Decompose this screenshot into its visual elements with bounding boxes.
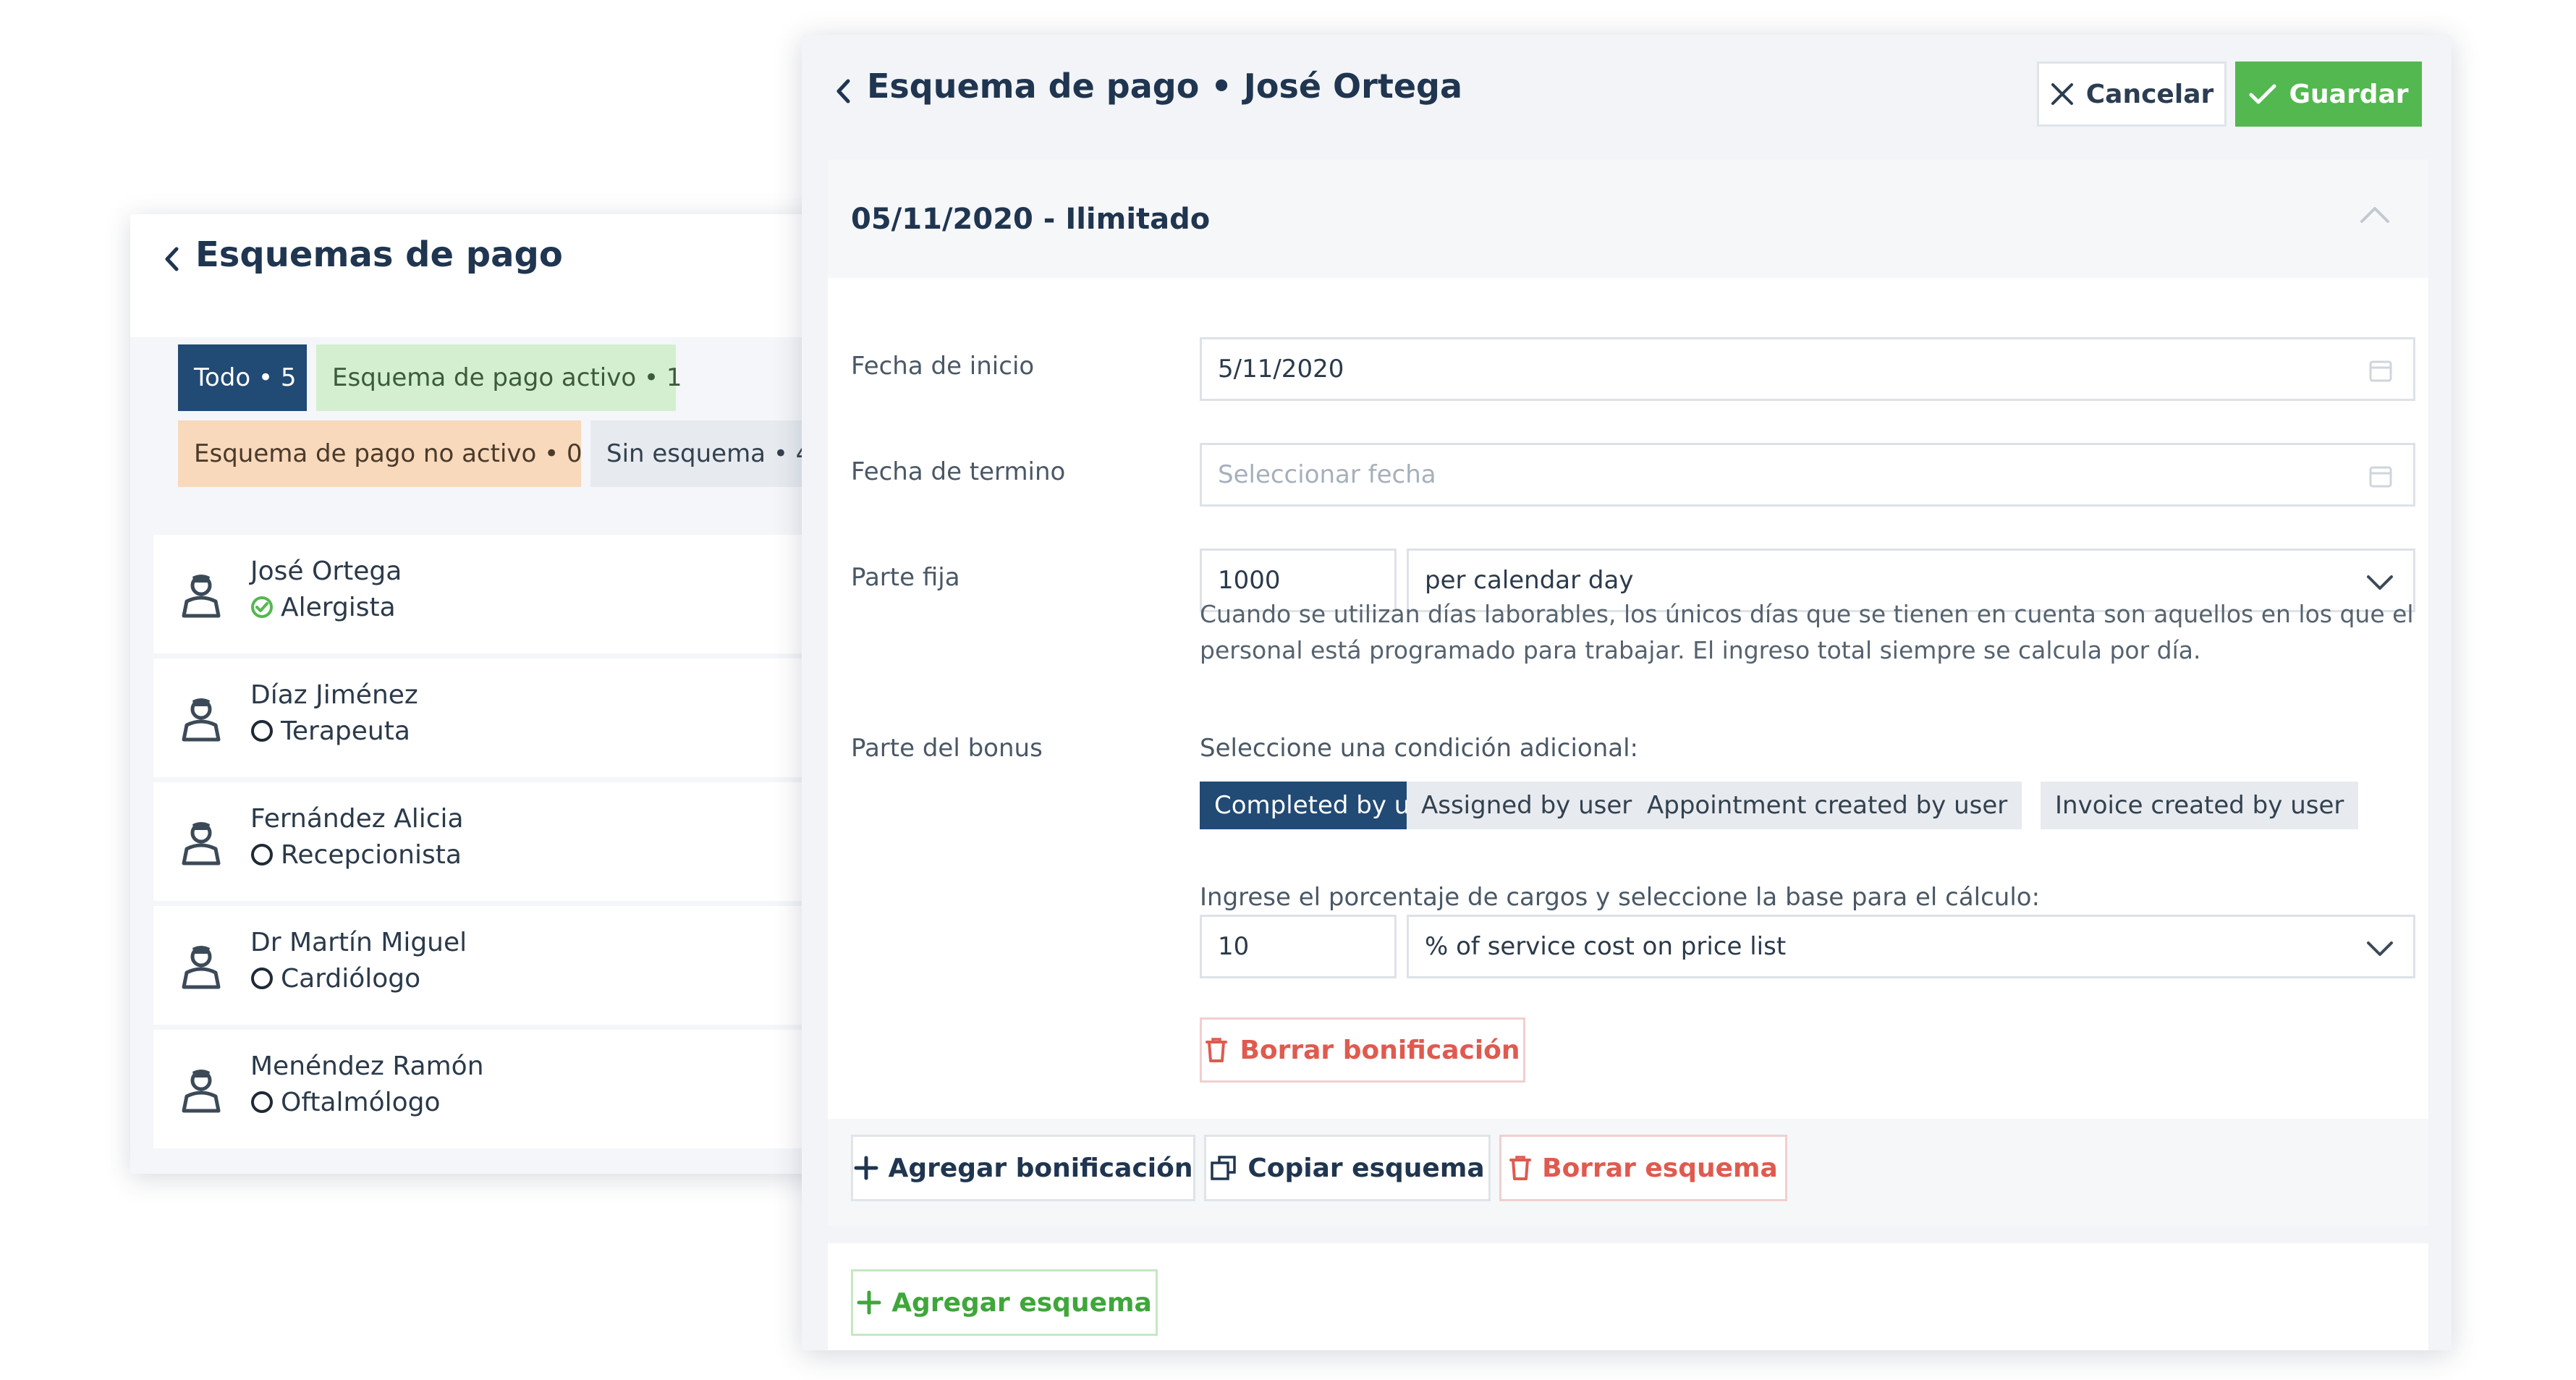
staff-role: Cardiólogo — [250, 964, 420, 994]
staff-name: Fernández Alicia — [250, 804, 464, 834]
add-bonus-label: Agregar bonificación — [888, 1153, 1193, 1183]
staff-role: Terapeuta — [250, 716, 410, 746]
cancel-label: Cancelar — [2085, 79, 2214, 109]
filter-active-scheme[interactable]: Esquema de pago activo • 1 — [316, 344, 682, 411]
copy-icon — [1211, 1156, 1237, 1180]
save-button[interactable]: Guardar — [2235, 62, 2422, 127]
add-scheme-section: Agregar esquema — [828, 1243, 2428, 1350]
status-circle-icon — [251, 968, 273, 989]
calendar-icon — [2369, 466, 2392, 488]
check-icon — [2249, 84, 2276, 104]
filter-inactive-scheme[interactable]: Esquema de pago no activo • 0 — [178, 420, 582, 487]
staff-role: Alergista — [250, 593, 396, 622]
staff-avatar-icon — [182, 575, 221, 618]
status-circle-icon — [251, 720, 273, 742]
back-chevron-icon[interactable] — [832, 77, 854, 106]
trash-icon — [1206, 1038, 1228, 1062]
scheme-section: 05/11/2020 - Ilimitado Fecha de inicio 5… — [828, 159, 2428, 1226]
plus-icon — [857, 1290, 881, 1315]
fixed-unit-value: per calendar day — [1425, 566, 1634, 595]
delete-scheme-button[interactable]: Borrar esquema — [1499, 1135, 1787, 1201]
bonus-part-label: Parte del bonus — [851, 734, 1043, 763]
chevron-up-icon[interactable] — [2359, 204, 2391, 227]
filter-all[interactable]: Todo • 5 — [178, 344, 307, 411]
staff-name: Menéndez Ramón — [250, 1051, 484, 1081]
staff-row-menendez-ramon[interactable]: Menéndez Ramón Oftalmólogo — [153, 1030, 854, 1148]
percent-prompt: Ingrese el porcentaje de cargos y selecc… — [1200, 883, 2041, 912]
start-date-input[interactable]: 5/11/2020 — [1200, 337, 2415, 401]
condition-assigned-by-user[interactable]: Assigned by user — [1407, 782, 1647, 829]
start-date-label: Fecha de inicio — [851, 352, 1035, 381]
percent-base-select[interactable]: % of service cost on price list — [1407, 915, 2415, 978]
staff-row-dr-martin-miguel[interactable]: Dr Martín Miguel Cardiólogo — [153, 906, 854, 1025]
staff-name: Díaz Jiménez — [250, 680, 418, 710]
copy-scheme-label: Copiar esquema — [1247, 1153, 1485, 1183]
editor-title: Esquema de pago • José Ortega — [867, 67, 1462, 106]
fixed-amount-value: 1000 — [1218, 566, 1281, 595]
save-label: Guardar — [2289, 79, 2409, 109]
add-scheme-button[interactable]: Agregar esquema — [851, 1269, 1158, 1336]
add-scheme-label: Agregar esquema — [891, 1287, 1152, 1318]
back-chevron-icon[interactable] — [161, 245, 182, 274]
fixed-part-hint: Cuando se utilizan días laborables, los … — [1200, 600, 2414, 664]
payment-schemes-list-panel: Esquemas de pago Todo • 5 Esquema de pag… — [130, 214, 854, 1174]
staff-avatar-icon — [182, 698, 221, 742]
fixed-part-label: Parte fija — [851, 563, 960, 592]
staff-row-fernandez-alicia[interactable]: Fernández Alicia Recepcionista — [153, 782, 854, 901]
payment-scheme-editor: Esquema de pago • José Ortega Cancelar G… — [802, 35, 2452, 1350]
staff-row-diaz-jimenez[interactable]: Díaz Jiménez Terapeuta — [153, 659, 854, 777]
chevron-down-icon — [2367, 941, 2393, 956]
percent-value: 10 — [1218, 932, 1250, 961]
staff-avatar-icon — [182, 822, 221, 865]
end-date-placeholder: Seleccionar fecha — [1218, 460, 1436, 489]
scheme-section-title: 05/11/2020 - Ilimitado — [851, 203, 1211, 236]
calendar-icon — [2369, 360, 2392, 382]
list-title: Esquemas de pago — [195, 234, 563, 275]
condition-appointment-created-by-user[interactable]: Appointment created by user — [1632, 782, 2022, 829]
status-circle-icon — [251, 844, 273, 865]
staff-row-jose-ortega[interactable]: José Ortega Alergista — [153, 535, 854, 653]
trash-icon — [1509, 1156, 1532, 1180]
delete-scheme-label: Borrar esquema — [1542, 1153, 1778, 1183]
percent-base-value: % of service cost on price list — [1425, 932, 1787, 961]
staff-role: Recepcionista — [250, 840, 462, 870]
staff-name: Dr Martín Miguel — [250, 928, 467, 957]
staff-avatar-icon — [182, 1070, 221, 1113]
end-date-input[interactable]: Seleccionar fecha — [1200, 443, 2415, 507]
end-date-label: Fecha de termino — [851, 457, 1066, 486]
cancel-button[interactable]: Cancelar — [2037, 62, 2227, 127]
copy-scheme-button[interactable]: Copiar esquema — [1204, 1135, 1491, 1201]
chevron-down-icon — [2367, 575, 2393, 590]
active-check-icon — [251, 596, 273, 618]
plus-icon — [854, 1156, 878, 1180]
delete-bonus-label: Borrar bonificación — [1240, 1035, 1520, 1065]
status-circle-icon — [251, 1091, 273, 1113]
condition-invoice-created-by-user[interactable]: Invoice created by user — [2041, 782, 2359, 829]
staff-role: Oftalmólogo — [250, 1088, 441, 1117]
staff-avatar-icon — [182, 946, 221, 989]
close-icon — [2051, 83, 2073, 105]
staff-name: José Ortega — [250, 556, 402, 586]
add-bonus-button[interactable]: Agregar bonificación — [851, 1135, 1195, 1201]
delete-bonus-button[interactable]: Borrar bonificación — [1200, 1017, 1525, 1083]
start-date-value: 5/11/2020 — [1218, 355, 1344, 384]
condition-prompt: Seleccione una condición adicional: — [1200, 734, 1638, 763]
percent-input[interactable]: 10 — [1200, 915, 1397, 978]
